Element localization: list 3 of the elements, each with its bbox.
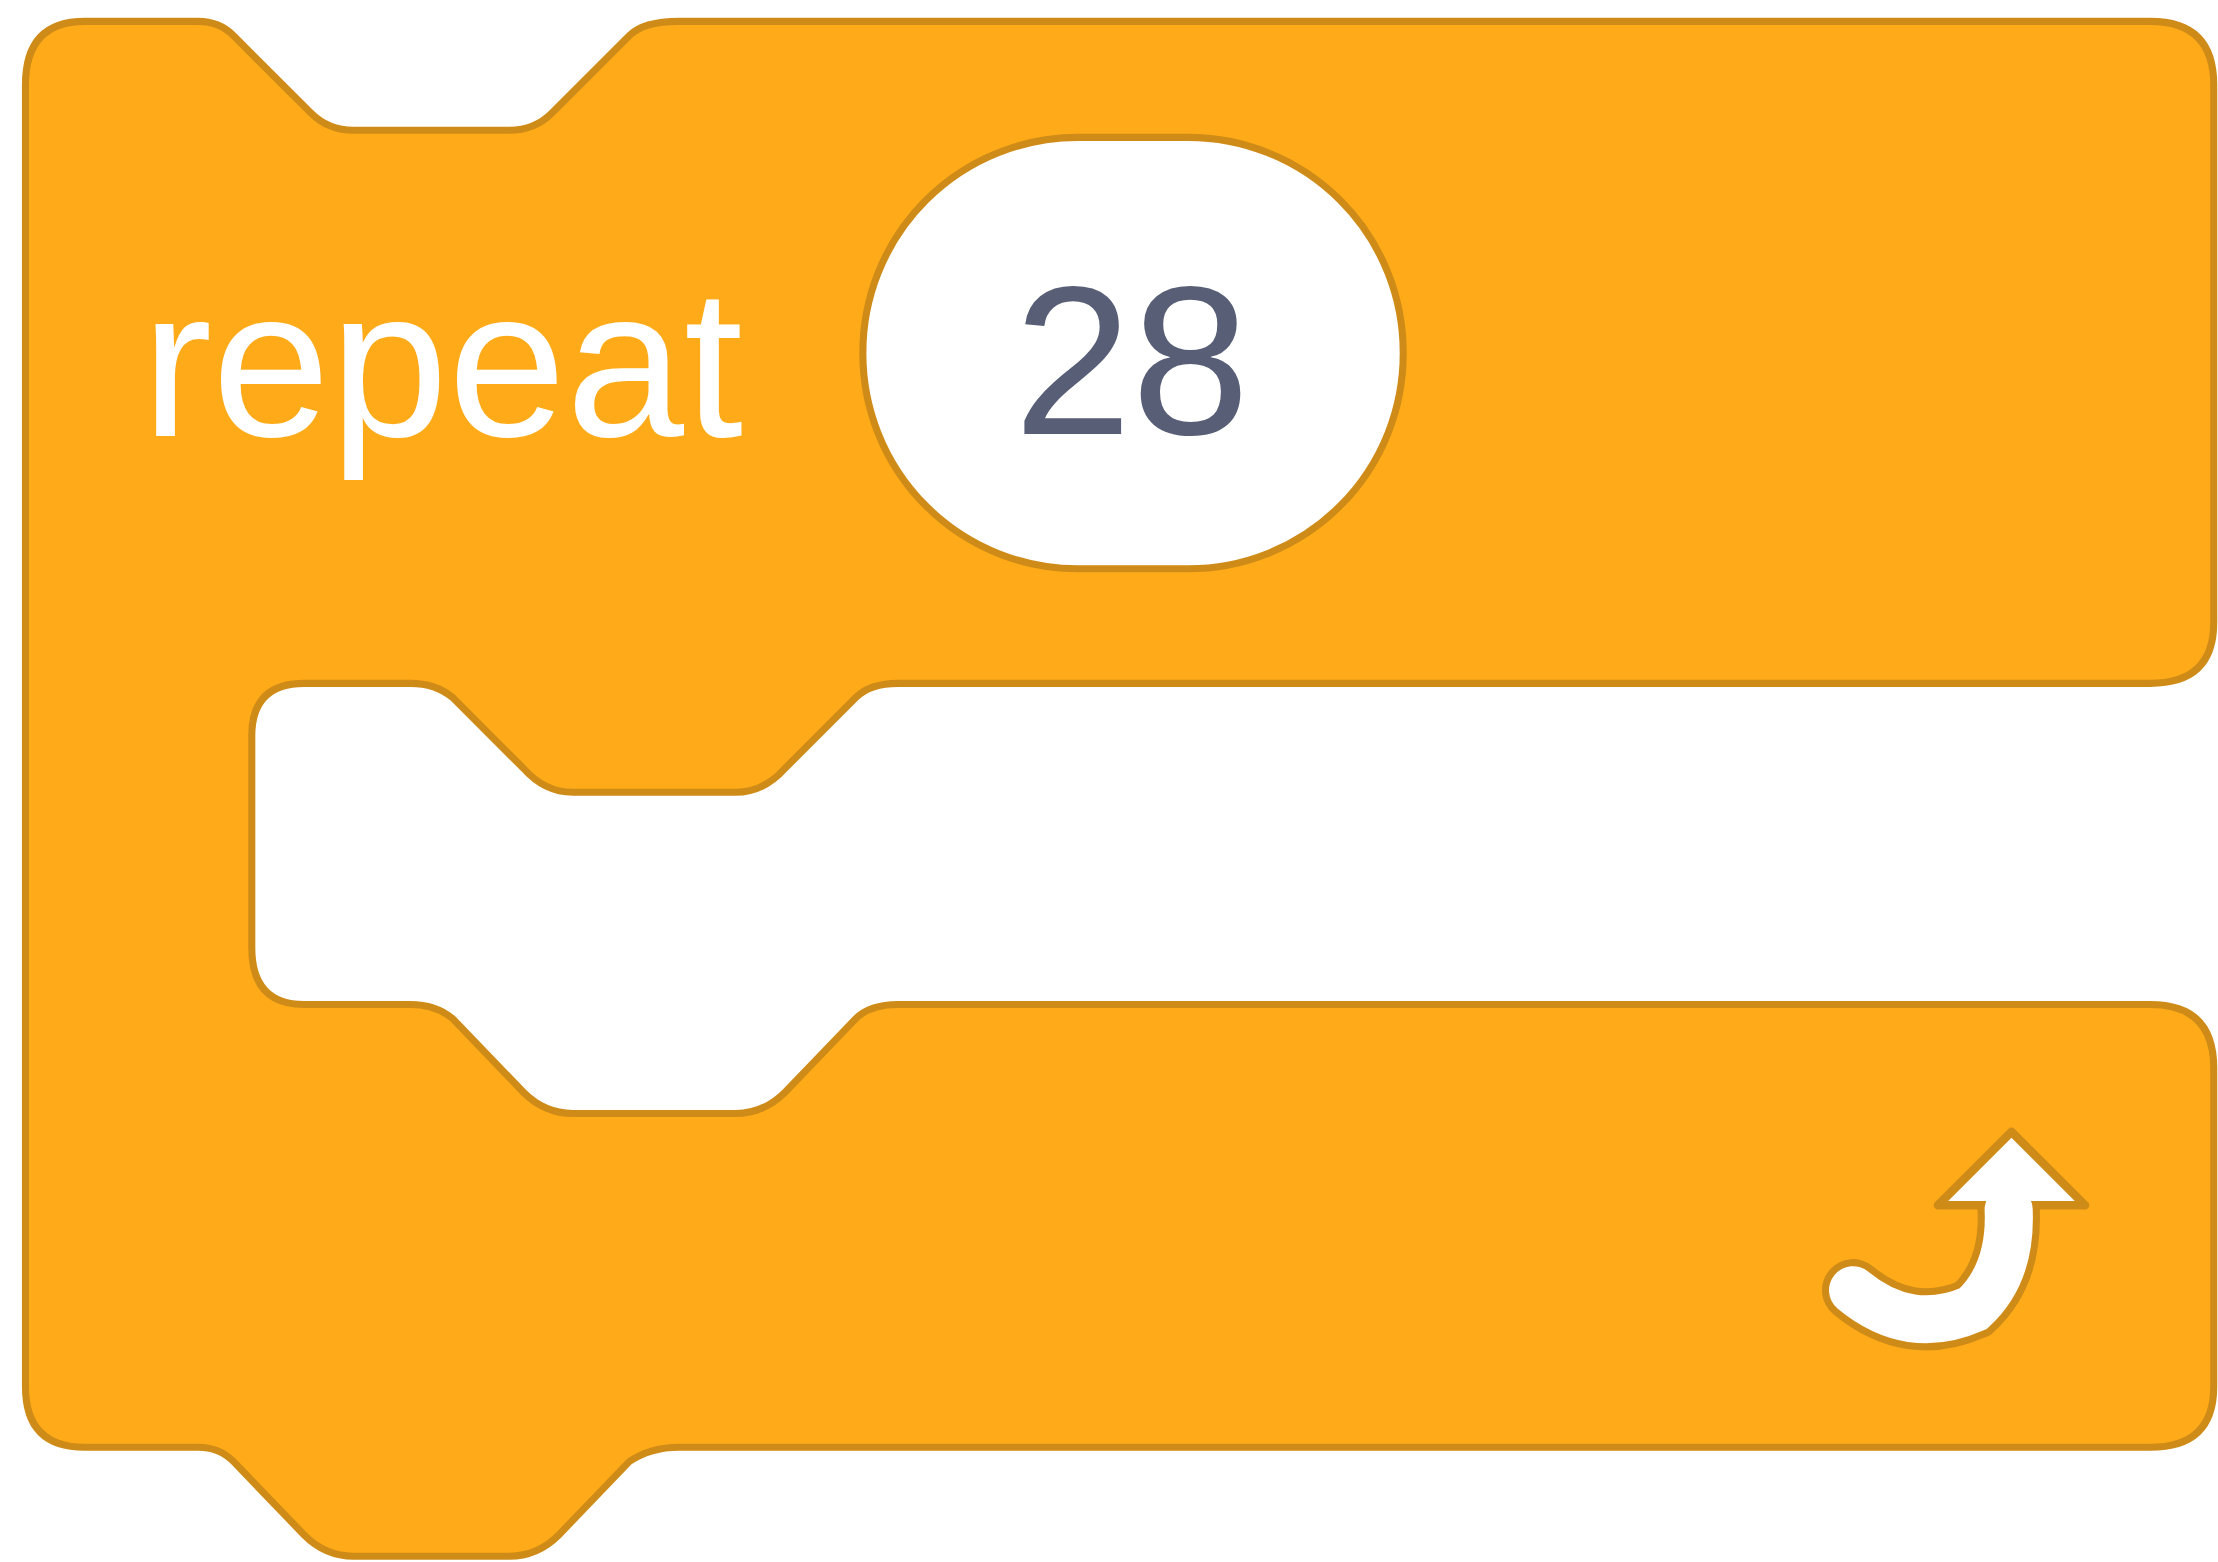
loop-arrow-icon [1821,1127,2090,1351]
repeat-block[interactable] [21,17,2218,1560]
block-label: repeat [141,243,744,481]
